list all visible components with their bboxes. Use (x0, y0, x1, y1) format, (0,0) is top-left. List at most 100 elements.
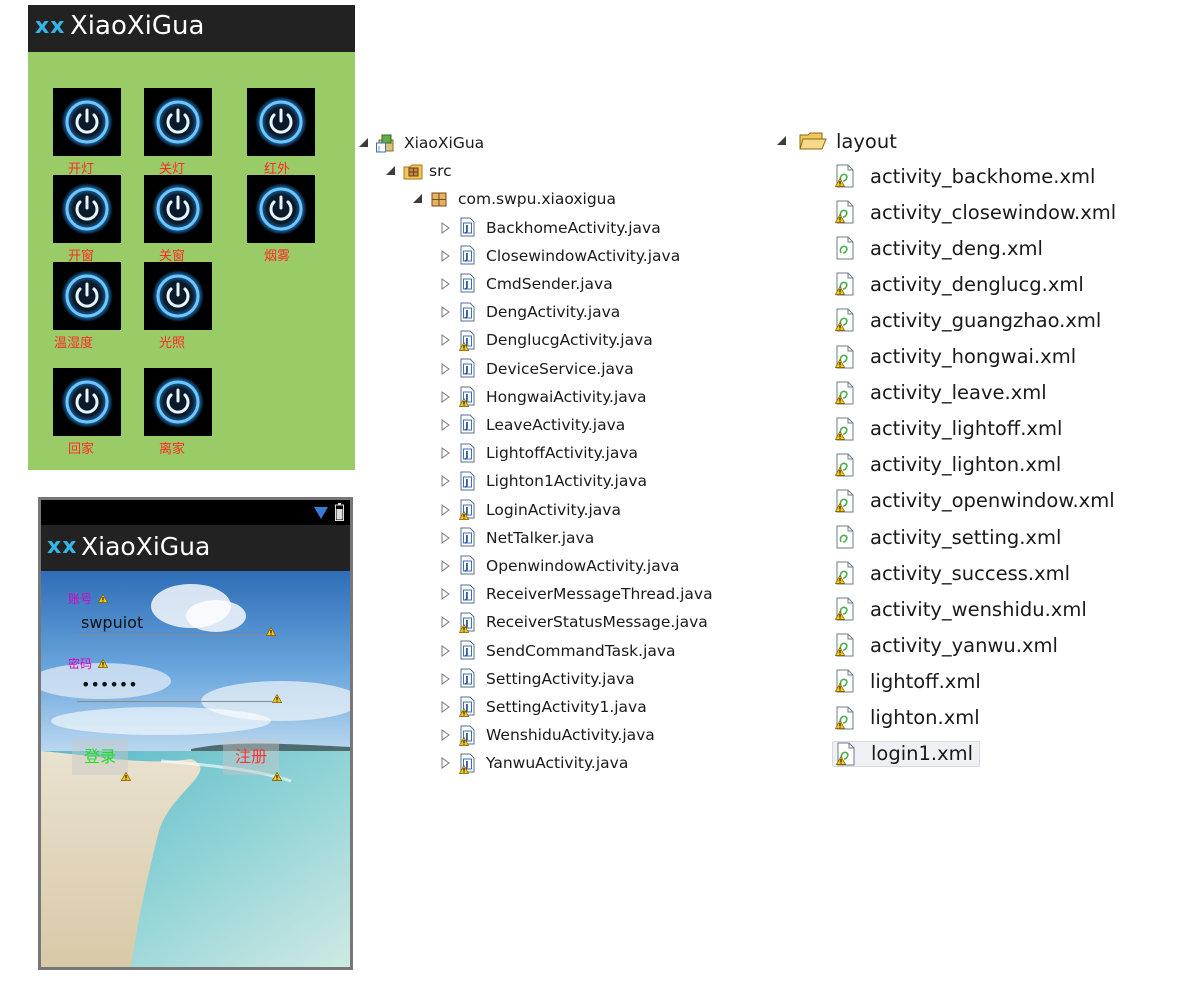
tree-item-label: OpenwindowActivity.java (486, 556, 680, 575)
warning-icon (266, 627, 276, 636)
power-button[interactable] (247, 88, 315, 156)
warning-icon (121, 772, 131, 781)
tree-item-label: activity_openwindow.xml (870, 489, 1115, 513)
xml-file-warning-icon (834, 453, 854, 477)
tree-item-java-file[interactable]: J SettingActivity1.java (439, 696, 647, 718)
tree-item-label: DengActivity.java (486, 303, 621, 322)
tree-item-xml-file[interactable]: lighton.xml (834, 706, 980, 730)
collapsed-arrow-icon (441, 700, 450, 713)
power-button[interactable] (53, 175, 121, 243)
collapsed-arrow-icon (441, 588, 450, 601)
tree-item-label: BackhomeActivity.java (486, 218, 661, 237)
tree-item-xml-file[interactable]: activity_wenshidu.xml (834, 597, 1087, 621)
power-icon (61, 376, 113, 428)
password-input[interactable]: •••••• (81, 675, 138, 694)
login-screen: xx XiaoXiGua 账号 swpuiot 密码 •••••• 登录 注册 (38, 497, 353, 970)
tree-item-xml-file[interactable]: activity_lightoff.xml (834, 417, 1062, 441)
account-input[interactable]: swpuiot (81, 613, 143, 632)
tree-item-java-file[interactable]: J OpenwindowActivity.java (439, 555, 679, 576)
tree-item-java-file[interactable]: J SendCommandTask.java (439, 640, 676, 661)
java-file-icon: J (460, 217, 475, 237)
tree-item-java-file[interactable]: J LeaveActivity.java (439, 414, 625, 435)
power-button[interactable] (247, 175, 315, 243)
warning-icon (272, 772, 282, 781)
tree-item-xml-file[interactable]: activity_guangzhao.xml (834, 308, 1101, 332)
tree-item-xml-file[interactable]: activity_deng.xml (834, 236, 1043, 260)
tree-item-label: activity_denglucg.xml (870, 272, 1084, 296)
tree-item-layout-folder[interactable]: layout (776, 129, 897, 153)
tree-item-src[interactable]: src (385, 161, 452, 181)
action-bar: xx XiaoXiGua (41, 525, 350, 571)
svg-text:J: J (464, 225, 468, 235)
tree-item-label: DenglucgActivity.java (486, 331, 653, 350)
tree-item-java-file[interactable]: J HongwaiActivity.java (439, 386, 646, 408)
java-file-icon: J (460, 640, 475, 660)
tree-item-java-file[interactable]: J WenshiduActivity.java (439, 725, 655, 746)
tree-item-xml-file[interactable]: activity_yanwu.xml (834, 633, 1058, 657)
xml-file-icon (836, 525, 854, 549)
java-file-icon: J (460, 443, 475, 463)
collapsed-arrow-icon (441, 475, 450, 488)
tree-item-xml-file[interactable]: activity_closewindow.xml (834, 200, 1116, 224)
tree-item-java-file[interactable]: J LoginActivity.java (439, 499, 621, 520)
xml-file-warning-icon (834, 669, 854, 693)
power-button[interactable] (144, 262, 212, 330)
power-button[interactable] (144, 88, 212, 156)
collapsed-arrow-icon (441, 757, 450, 770)
app-title: XiaoXiGua (70, 11, 205, 41)
tree-item-java-file[interactable]: J ReceiverStatusMessage.java (439, 612, 708, 633)
java-file-icon: J (460, 584, 475, 604)
power-button[interactable] (144, 368, 212, 436)
tree-item-xml-file[interactable]: login1.xml (832, 740, 981, 767)
collapsed-arrow-icon (441, 306, 450, 319)
tree-item-xml-file[interactable]: activity_setting.xml (834, 525, 1061, 549)
tree-item-project[interactable]: J XiaoXiGua (358, 133, 484, 153)
tree-item-label: activity_lightoff.xml (870, 417, 1063, 441)
tree-item-java-file[interactable]: J DenglucgActivity.java (439, 330, 653, 351)
tree-item-xml-file[interactable]: activity_hongwai.xml (834, 345, 1076, 369)
xml-file-warning-icon (834, 706, 854, 729)
register-button[interactable]: 注册 (223, 739, 279, 775)
collapsed-arrow-icon (441, 644, 450, 657)
collapsed-arrow-icon (441, 418, 450, 431)
tree-item-label: activity_leave.xml (870, 381, 1047, 405)
power-icon (255, 183, 307, 235)
tree-item-java-file[interactable]: J ReceiverMessageThread.java (439, 584, 713, 605)
collapsed-arrow-icon (441, 531, 450, 544)
tree-item-xml-file[interactable]: activity_leave.xml (834, 381, 1047, 405)
tree-item-java-file[interactable]: J DengActivity.java (439, 302, 620, 323)
tree-item-xml-file[interactable]: activity_lighton.xml (834, 453, 1061, 477)
tree-item-label: src (429, 162, 452, 180)
tree-item-xml-file[interactable]: activity_denglucg.xml (834, 272, 1084, 296)
power-button-label: 光照 (159, 336, 186, 351)
tree-item-package[interactable]: com.swpu.xiaoxigua (412, 189, 616, 209)
tree-item-java-file[interactable]: J BackhomeActivity.java (439, 217, 661, 238)
java-file-icon: J (460, 358, 475, 378)
tree-item-label: ReceiverMessageThread.java (486, 585, 713, 604)
tree-item-java-file[interactable]: J LightoffActivity.java (439, 443, 638, 464)
tree-item-xml-file[interactable]: activity_openwindow.xml (834, 489, 1115, 513)
tree-item-java-file[interactable]: J SettingActivity.java (439, 668, 635, 689)
tree-item-label: com.swpu.xiaoxigua (458, 190, 616, 208)
svg-text:J: J (464, 478, 468, 488)
tree-item-label: activity_success.xml (870, 561, 1071, 585)
tree-item-java-file[interactable]: J DeviceService.java (439, 358, 634, 379)
tree-item-java-file[interactable]: J YanwuActivity.java (439, 753, 628, 774)
power-button[interactable] (53, 262, 121, 330)
power-button-label: 烟雾 (264, 249, 291, 264)
login-button[interactable]: 登录 (72, 739, 128, 775)
power-button[interactable] (144, 175, 212, 243)
source-folder-icon (403, 164, 423, 180)
java-file-warning-icon: J (459, 499, 475, 520)
tree-item-label: activity_guangzhao.xml (870, 308, 1102, 332)
tree-item-java-file[interactable]: J CmdSender.java (439, 273, 613, 294)
tree-item-java-file[interactable]: J ClosewindowActivity.java (439, 245, 680, 266)
tree-item-xml-file[interactable]: activity_backhome.xml (834, 164, 1095, 188)
tree-item-java-file[interactable]: J Lighton1Activity.java (439, 471, 647, 492)
power-button[interactable] (53, 368, 121, 436)
expanded-arrow-icon (777, 136, 786, 145)
tree-item-xml-file[interactable]: lightoff.xml (834, 669, 981, 693)
tree-item-java-file[interactable]: J NetTalker.java (439, 527, 594, 548)
power-button[interactable] (53, 88, 121, 156)
tree-item-xml-file[interactable]: activity_success.xml (834, 561, 1070, 585)
